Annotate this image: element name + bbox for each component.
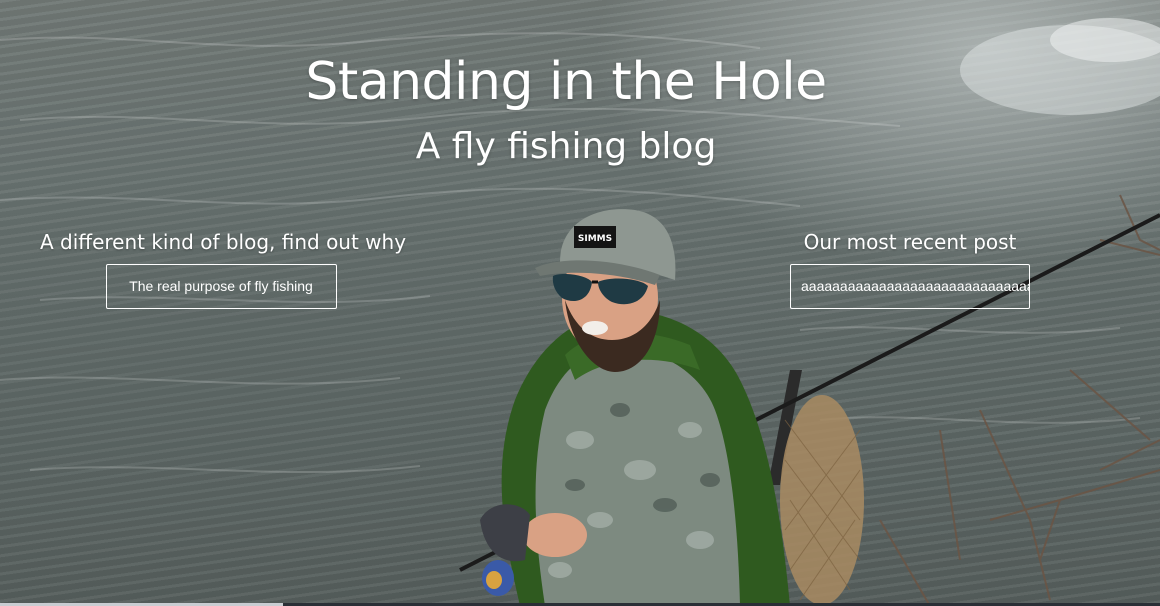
- cap-patch: SIMMS: [574, 226, 616, 248]
- cap-brand-text: SIMMS: [578, 234, 612, 244]
- recent-post-button[interactable]: aaaaaaaaaaaaaaaaaaaaaaaaaaaaaaaa: [790, 264, 1030, 309]
- about-promo: A different kind of blog, find out why T…: [40, 230, 407, 309]
- about-promo-heading: A different kind of blog, find out why: [40, 230, 407, 254]
- recent-post-heading: Our most recent post: [803, 230, 1017, 254]
- purpose-post-button[interactable]: The real purpose of fly fishing: [105, 264, 337, 309]
- recent-post-promo: Our most recent post aaaaaaaaaaaaaaaaaaa…: [780, 230, 1040, 309]
- hero-section: SIMMS Standing in the Hole A fly fishing…: [0, 0, 1160, 606]
- site-subtitle: A fly fishing blog: [415, 126, 717, 167]
- site-title: Standing in the Hole: [305, 52, 827, 112]
